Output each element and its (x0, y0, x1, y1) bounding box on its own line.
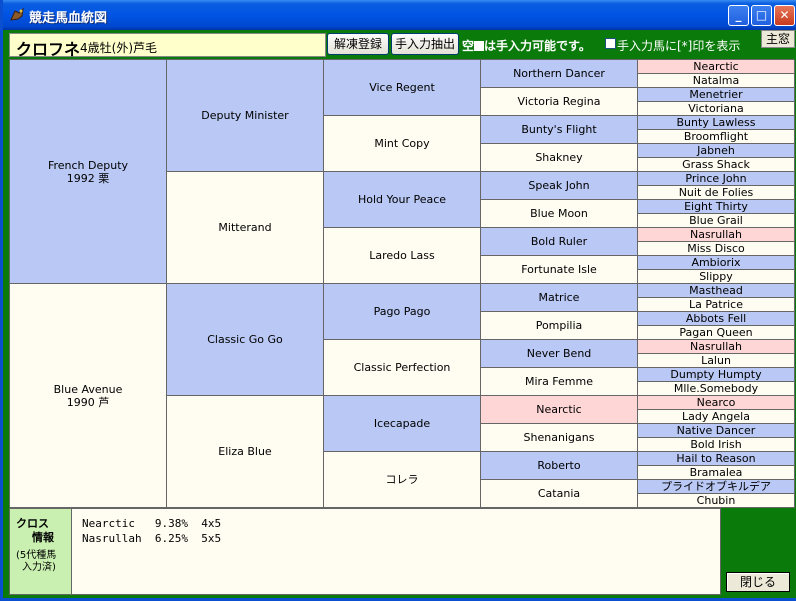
cross-row: Nasrullah 6.25% 5x5 (82, 532, 222, 545)
pedigree-cell-gen1[interactable]: French Deputy 1992 栗 (10, 60, 167, 284)
pedigree-cell-gen5[interactable]: Natalma (638, 74, 795, 88)
minimize-button[interactable]: _ (728, 5, 749, 26)
pedigree-cell-gen5[interactable]: Dumpty Humpty (638, 368, 795, 382)
pedigree-cell-gen5[interactable]: Nearco (638, 396, 795, 410)
pedigree-cell-gen4[interactable]: Northern Dancer (481, 60, 638, 88)
pedigree-cell-gen5[interactable]: Broomflight (638, 130, 795, 144)
cross-info-label: クロス 情報 (5代種馬 入力済) (10, 509, 72, 594)
pedigree-cell-gen5[interactable]: Chubin (638, 494, 795, 508)
pedigree-cell-gen5[interactable]: Hail to Reason (638, 452, 795, 466)
pedigree-cell-gen4[interactable]: Roberto (481, 452, 638, 480)
main-window: 競走馬血統図 _ □ ✕ クロフネ 4歳牡(外)芦毛 解凍登録 手入力抽出 空は… (0, 0, 796, 601)
pedigree-cell-gen5[interactable]: Victoriana (638, 102, 795, 116)
pedigree-table: French Deputy 1992 栗 Blue Avenue 1990 芦 De… (9, 59, 795, 508)
pedigree-cell-gen3[interactable]: Pago Pago (324, 284, 481, 340)
hint-suffix: は手入力可能です。 (484, 39, 591, 53)
pedigree-cell-gen4[interactable]: Shakney (481, 144, 638, 172)
pedigree-cell-gen5[interactable]: Mlle.Somebody (638, 382, 795, 396)
horse-name: クロフネ (16, 40, 81, 59)
hint-blank-swatch (474, 41, 485, 51)
pedigree-cell-gen4[interactable]: Speak John (481, 172, 638, 200)
pedigree-cell-gen5[interactable]: Nasrullah (638, 340, 795, 354)
pedigree-cell-gen3[interactable]: Icecapade (324, 396, 481, 452)
pedigree-cell-gen2[interactable]: Mitterand (167, 172, 324, 284)
pedigree-cell-gen5[interactable]: Nuit de Folies (638, 186, 795, 200)
manual-extract-button[interactable]: 手入力抽出 (391, 33, 459, 55)
pedigree-cell-gen5[interactable]: Jabneh (638, 144, 795, 158)
pedigree-cell-gen5[interactable]: Nasrullah (638, 228, 795, 242)
horse-name-box: クロフネ 4歳牡(外)芦毛 (9, 33, 326, 59)
pedigree-cell-gen5[interactable]: Pagan Queen (638, 326, 795, 340)
pedigree-cell-gen4[interactable]: Never Bend (481, 340, 638, 368)
pedigree-cell-gen4[interactable]: Bold Ruler (481, 228, 638, 256)
pedigree-cell-gen5[interactable]: Bunty Lawless (638, 116, 795, 130)
pedigree-cell-gen4[interactable]: Victoria Regina (481, 88, 638, 116)
pedigree-cell-gen3[interactable]: Mint Copy (324, 116, 481, 172)
pedigree-cell-gen4[interactable]: Shenanigans (481, 424, 638, 452)
manual-mark-checkbox-label: 手入力馬に[*]印を表示 (617, 39, 741, 53)
pedigree-cell-gen5[interactable]: Abbots Fell (638, 312, 795, 326)
cross-info-panel: クロス 情報 (5代種馬 入力済) Nearctic 9.38% 4x5 Nas… (9, 508, 721, 595)
pedigree-cell-gen3[interactable]: Classic Perfection (324, 340, 481, 396)
pedigree-cell-gen2[interactable]: Classic Go Go (167, 284, 324, 396)
pedigree-cell-gen3[interactable]: Laredo Lass (324, 228, 481, 284)
manual-mark-checkbox[interactable] (605, 38, 616, 49)
pedigree-cell-gen4[interactable]: Blue Moon (481, 200, 638, 228)
pedigree-cell-gen5[interactable]: プライドオブキルデア (638, 480, 795, 494)
hint-prefix: 空 (462, 39, 475, 53)
pedigree-cell-gen5[interactable]: Bramalea (638, 466, 795, 480)
pedigree-cell-gen5[interactable]: Ambiorix (638, 256, 795, 270)
pedigree-cell-gen2[interactable]: Deputy Minister (167, 60, 324, 172)
main-window-button[interactable]: 主窓 (761, 30, 795, 48)
pedigree-cell-gen5[interactable]: Miss Disco (638, 242, 795, 256)
pedigree-cell-gen5[interactable]: Slippy (638, 270, 795, 284)
pedigree-cell-gen5[interactable]: Eight Thirty (638, 200, 795, 214)
pedigree-cell-gen5[interactable]: Blue Grail (638, 214, 795, 228)
pedigree-cell-gen4[interactable]: Matrice (481, 284, 638, 312)
pedigree-cell-gen5[interactable]: Lady Angela (638, 410, 795, 424)
pedigree-cell-gen4[interactable]: Catania (481, 480, 638, 508)
horse-info: 4歳牡(外)芦毛 (80, 41, 157, 55)
app-icon (10, 7, 24, 21)
pedigree-cell-gen5[interactable]: Masthead (638, 284, 795, 298)
pedigree-cell-gen5[interactable]: Prince John (638, 172, 795, 186)
pedigree-cell-gen5[interactable]: Bold Irish (638, 438, 795, 452)
pedigree-cell-gen3[interactable]: Hold Your Peace (324, 172, 481, 228)
pedigree-cell-gen4[interactable]: Fortunate Isle (481, 256, 638, 284)
pedigree-cell-gen4[interactable]: Bunty's Flight (481, 116, 638, 144)
pedigree-cell-gen5[interactable]: Nearctic (638, 60, 795, 74)
client-area: クロフネ 4歳牡(外)芦毛 解凍登録 手入力抽出 空は手入力可能です。 手入力馬… (6, 30, 796, 598)
pedigree-cell-gen4[interactable]: Mira Femme (481, 368, 638, 396)
pedigree-cell-gen5[interactable]: Lalun (638, 354, 795, 368)
pedigree-cell-gen3[interactable]: Vice Regent (324, 60, 481, 116)
close-window-button[interactable]: ✕ (774, 5, 795, 26)
pedigree-cell-gen3[interactable]: コレラ (324, 452, 481, 508)
pedigree-cell-gen5[interactable]: Menetrier (638, 88, 795, 102)
unfreeze-register-button[interactable]: 解凍登録 (327, 33, 389, 55)
pedigree-cell-gen5[interactable]: Grass Shack (638, 158, 795, 172)
pedigree-cell-gen4[interactable]: Pompilia (481, 312, 638, 340)
pedigree-cell-gen1[interactable]: Blue Avenue 1990 芦 (10, 284, 167, 508)
pedigree-cell-gen2[interactable]: Eliza Blue (167, 396, 324, 508)
close-button[interactable]: 閉じる (726, 572, 790, 592)
window-title: 競走馬血統図 (29, 11, 108, 26)
cross-row: Nearctic 9.38% 4x5 (82, 517, 222, 530)
pedigree-cell-gen5[interactable]: La Patrice (638, 298, 795, 312)
manual-input-hint: 空は手入力可能です。 (462, 37, 591, 54)
pedigree-cell-gen4[interactable]: Nearctic (481, 396, 638, 424)
cross-subtitle-2: 入力済) (22, 562, 56, 573)
cross-title-info: 情報 (32, 531, 54, 544)
pedigree-cell-gen5[interactable]: Native Dancer (638, 424, 795, 438)
maximize-button[interactable]: □ (751, 5, 772, 26)
title-bar[interactable]: 競走馬血統図 _ □ ✕ (3, 0, 796, 30)
